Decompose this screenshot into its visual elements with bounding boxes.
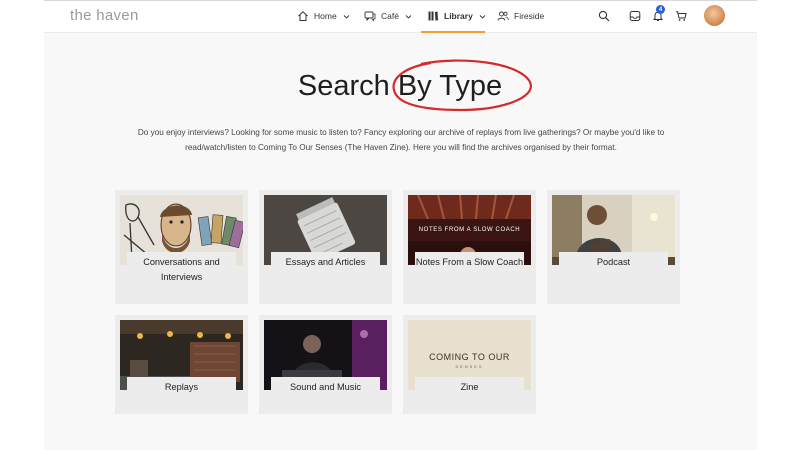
books-icon bbox=[427, 10, 439, 22]
inbox-button[interactable] bbox=[628, 9, 642, 23]
card-label: Conversations and Interviews bbox=[127, 252, 236, 285]
nav-cafe-label: Café bbox=[381, 11, 399, 21]
search-icon bbox=[598, 10, 610, 22]
card-label: Replays bbox=[127, 377, 236, 395]
user-avatar[interactable] bbox=[704, 5, 725, 26]
card-zine[interactable]: COMING TO OUR SENSES Zine bbox=[403, 315, 536, 414]
nav-library[interactable]: Library bbox=[427, 0, 486, 32]
zine-cover-title: COMING TO OUR bbox=[429, 352, 510, 362]
card-label: Sound and Music bbox=[271, 377, 380, 395]
chevron-down-icon bbox=[343, 13, 350, 20]
nav-fireside[interactable]: Fireside bbox=[497, 0, 544, 32]
zine-cover-subtitle: SENSES bbox=[455, 364, 484, 369]
card-label: Podcast bbox=[559, 252, 668, 270]
annotation-circle bbox=[392, 59, 532, 112]
site-logo[interactable]: the haven bbox=[70, 7, 139, 24]
people-icon bbox=[497, 10, 509, 22]
notification-count-badge: 4 bbox=[656, 5, 665, 14]
card-sound-music[interactable]: Sound and Music bbox=[259, 315, 392, 414]
cart-button[interactable] bbox=[674, 9, 688, 23]
card-essays-articles[interactable]: Essays and Articles bbox=[259, 190, 392, 304]
chat-icon bbox=[364, 10, 376, 22]
card-label: Essays and Articles bbox=[271, 252, 380, 270]
chevron-down-icon bbox=[405, 13, 412, 20]
card-podcast[interactable]: Podcast bbox=[547, 190, 680, 304]
card-notes-slow-coach[interactable]: NOTES FROM A SLOW COACH Notes From a Slo… bbox=[403, 190, 536, 304]
intro-text: Do you enjoy interviews? Looking for som… bbox=[137, 128, 665, 152]
card-label: Zine bbox=[415, 377, 524, 395]
search-button[interactable] bbox=[597, 9, 611, 23]
nav-home[interactable]: Home bbox=[297, 0, 350, 32]
inbox-icon bbox=[629, 11, 641, 21]
home-icon bbox=[297, 10, 309, 22]
card-replays[interactable]: Replays bbox=[115, 315, 248, 414]
thumb-title-text: NOTES FROM A SLOW COACH bbox=[418, 227, 521, 233]
nav-library-label: Library bbox=[444, 11, 473, 21]
nav-cafe[interactable]: Café bbox=[364, 0, 412, 32]
card-label: Notes From a Slow Coach bbox=[415, 252, 524, 270]
cart-icon bbox=[676, 11, 687, 21]
nav-active-indicator bbox=[421, 31, 485, 33]
nav-home-label: Home bbox=[314, 11, 337, 21]
card-conversations-interviews[interactable]: Conversations and Interviews bbox=[115, 190, 248, 304]
chevron-down-icon bbox=[479, 13, 486, 20]
nav-fireside-label: Fireside bbox=[514, 11, 545, 21]
